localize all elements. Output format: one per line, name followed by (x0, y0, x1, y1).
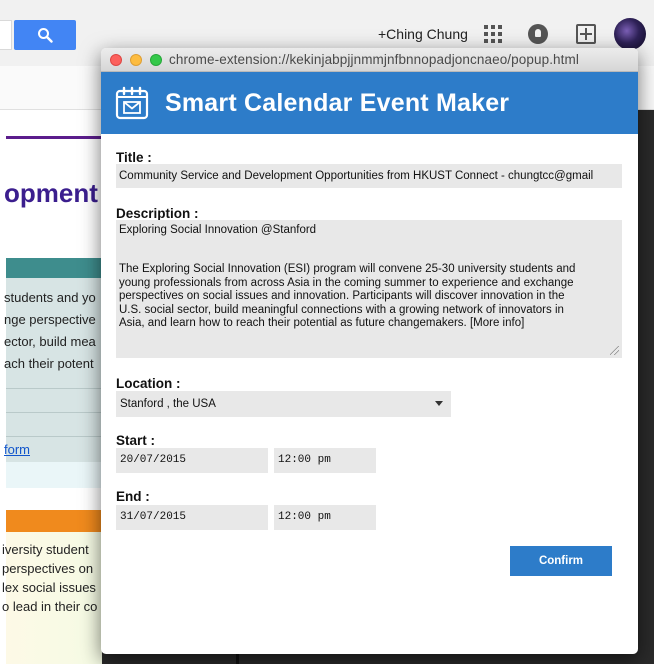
window-maximize-button[interactable] (150, 54, 162, 66)
search-box-edge[interactable] (0, 20, 12, 50)
extension-popup-window: chrome-extension://kekinjabpjjnmmjnfbnno… (101, 48, 638, 654)
window-titlebar[interactable]: chrome-extension://kekinjabpjjnmmjnfbnno… (101, 48, 638, 72)
teal-rule (6, 388, 102, 389)
apps-grid-icon[interactable] (484, 25, 502, 43)
email-yellow-text: iversity student perspectives on lex soc… (2, 542, 98, 614)
email-form-link[interactable]: form (4, 442, 30, 457)
search-button[interactable] (14, 20, 76, 50)
end-date-input[interactable]: 31/07/2015 (116, 505, 268, 530)
title-input[interactable]: Community Service and Development Opport… (116, 164, 622, 188)
end-label: End : (116, 489, 150, 504)
window-close-button[interactable] (110, 54, 122, 66)
email-cyan-strip (6, 462, 102, 488)
confirm-button[interactable]: Confirm (510, 546, 612, 576)
start-label: Start : (116, 433, 156, 448)
account-name-link[interactable]: +Ching Chung (378, 26, 468, 42)
notifications-bell-icon[interactable] (528, 24, 548, 44)
email-orange-header (6, 510, 102, 532)
teal-rule (6, 412, 102, 413)
location-selected-value: Stanford , the USA (120, 398, 216, 410)
app-header: Smart Calendar Event Maker (101, 72, 638, 134)
description-paragraph: The Exploring Social Innovation (ESI) pr… (119, 263, 576, 330)
title-label: Title : (116, 150, 152, 165)
textarea-resize-handle[interactable] (610, 346, 619, 355)
calendar-mail-icon (115, 86, 149, 120)
window-minimize-button[interactable] (130, 54, 142, 66)
chevron-down-icon (435, 401, 443, 406)
teal-rule (6, 436, 102, 437)
start-time-input[interactable]: 12:00 pm (274, 448, 376, 473)
email-divider (6, 136, 102, 139)
app-title: Smart Calendar Event Maker (165, 88, 510, 117)
search-icon (38, 28, 53, 43)
description-label: Description : (116, 206, 199, 221)
window-url: chrome-extension://kekinjabpjjnmmjnfbnno… (169, 52, 579, 67)
email-heading: opment (4, 178, 98, 208)
email-content-behind: opment students and yo nge perspective e… (0, 110, 102, 664)
description-first-line: Exploring Social Innovation @Stanford (119, 224, 317, 236)
end-time-input[interactable]: 12:00 pm (274, 505, 376, 530)
avatar[interactable] (614, 18, 646, 50)
email-teal-text: students and yo nge perspective ector, b… (4, 290, 96, 371)
description-textarea[interactable]: Exploring Social Innovation @Stanford Th… (116, 220, 622, 358)
share-plus-icon[interactable] (576, 24, 596, 44)
location-select[interactable]: Stanford , the USA (116, 391, 451, 417)
event-form: Title : Community Service and Developmen… (101, 134, 638, 654)
start-date-input[interactable]: 20/07/2015 (116, 448, 268, 473)
email-teal-header (6, 258, 102, 278)
location-label: Location : (116, 376, 181, 391)
